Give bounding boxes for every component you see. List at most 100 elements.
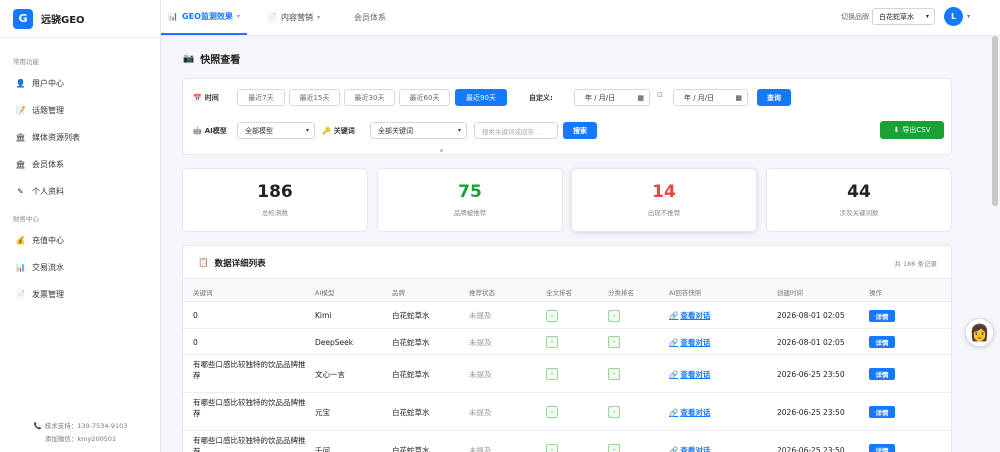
- top-navigation: 📊 GEO监测效果 ▾ 📄 内容营销 ▾ 会员体系 切换品牌 白花蛇草水 ▾ L…: [161, 0, 1000, 36]
- stat-label: 出现不推荐: [647, 209, 681, 217]
- tab-content-marketing[interactable]: 📄 内容营销 ▾: [267, 0, 320, 35]
- search-button[interactable]: 搜索: [563, 122, 597, 139]
- cell-full-rank-badge: -: [546, 309, 558, 322]
- chevron-down-icon: ▾: [925, 13, 929, 20]
- link-icon: 🔗: [669, 337, 679, 347]
- cell-created-time: 2026-08-01 02:05: [777, 337, 845, 347]
- detail-button[interactable]: 详情: [869, 444, 895, 452]
- detail-button[interactable]: 详情: [869, 406, 895, 418]
- cell-keyword: 0: [193, 337, 198, 347]
- media-icon: 🏛: [15, 133, 26, 142]
- header-snapshot: AI回答快照: [669, 289, 702, 297]
- sidebar-item-profile[interactable]: ✎ 个人资料: [0, 178, 160, 205]
- cell-full-rank-badge: -: [546, 406, 558, 418]
- sidebar-item-recharge[interactable]: 💰 充值中心: [0, 227, 160, 254]
- cell-keyword: 0: [193, 311, 198, 320]
- query-button[interactable]: 查询: [757, 89, 791, 106]
- sidebar-item-label: 话题管理: [32, 106, 64, 115]
- filter-panel: 📅 时间 最近7天 最近15天 最近30天 最近60天 最近90天 自定义: 年…: [182, 78, 952, 155]
- clipboard-icon: 📋: [198, 258, 209, 268]
- sidebar-item-label: 会员体系: [32, 160, 64, 169]
- chevron-down-icon: ▾: [305, 127, 309, 134]
- export-csv-button[interactable]: ⬇ 导出CSV: [880, 121, 944, 139]
- sidebar-item-media-resources[interactable]: 🏛 媒体资源列表: [0, 124, 160, 151]
- header-category-rank: 分类排名: [608, 289, 634, 297]
- view-conversation-link[interactable]: 🔗 查看对话: [669, 369, 710, 380]
- topic-icon: 📝: [15, 106, 26, 115]
- brand-switch-label: 切换品牌: [841, 13, 869, 21]
- search-input[interactable]: 搜索关键词或回答...: [474, 122, 558, 139]
- header-action: 操作: [869, 289, 882, 297]
- detail-button[interactable]: 详情: [869, 368, 895, 380]
- calendar-icon: ▦: [637, 93, 644, 102]
- view-conversation-link[interactable]: 🔗 查看对话: [669, 407, 710, 418]
- data-table-card: 📋 数据详细列表 共 186 条记录 关键词 AI模型 品牌 推荐状态 全文排名…: [182, 245, 952, 452]
- cell-category-rank-badge: -: [608, 406, 620, 418]
- user-icon: 👤: [15, 79, 26, 88]
- stat-card-recommended: 75 品牌被推荐: [377, 168, 563, 232]
- tab-geo-monitoring[interactable]: 📊 GEO监测效果 ▾: [161, 0, 247, 35]
- chevron-down-icon[interactable]: ▾: [967, 13, 970, 20]
- stat-value: 44: [847, 182, 871, 202]
- support-phone: 📞 技术支持：130-7534-9103: [0, 420, 161, 433]
- view-conversation-link[interactable]: 🔗 查看对话: [669, 310, 710, 321]
- ai-model-select[interactable]: 全部模型 ▾: [237, 122, 315, 139]
- cell-created-time: 2026-08-01 02:05: [777, 311, 845, 320]
- tab-membership[interactable]: 会员体系: [354, 0, 386, 35]
- chevron-down-icon: ▾: [236, 13, 240, 20]
- table-row: 有哪些口感比较独特的饮品品牌推荐 元宝 白花蛇草水 未提及 - - 🔗 查看对话 2026-06…: [183, 393, 951, 431]
- start-date-input[interactable]: 年 / 月/日 ▦: [574, 89, 650, 106]
- detail-button[interactable]: 详情: [869, 309, 895, 322]
- time-option-60d[interactable]: 最近60天: [399, 89, 450, 106]
- brand-select[interactable]: 白花蛇草水 ▾: [872, 8, 935, 25]
- header-created-time: 创建时间: [777, 289, 803, 297]
- end-date-input[interactable]: 年 / 月/日 ▦: [673, 89, 748, 106]
- cell-keyword: 有哪些口感比较独特的饮品品牌推荐: [193, 398, 306, 418]
- sidebar-item-invoices[interactable]: 📄 发票管理: [0, 281, 160, 308]
- time-option-15d[interactable]: 最近15天: [289, 89, 340, 106]
- link-icon: 🔗: [669, 407, 679, 417]
- date-separator-icon: ⊡: [657, 91, 663, 99]
- page-scrollbar[interactable]: [992, 36, 998, 206]
- keyword-select[interactable]: 全部关键词 ▾: [370, 122, 467, 139]
- table-title: 📋 数据详细列表: [198, 258, 266, 269]
- calendar-icon: ▦: [735, 93, 742, 102]
- stat-value: 75: [458, 182, 482, 202]
- cell-category-rank-badge: -: [608, 336, 620, 348]
- stat-label: 总检测数: [262, 209, 288, 217]
- table-row: 0 DeepSeek 白花蛇草水 未提及 - - 🔗 查看对话 2026-08-01 02:05…: [183, 329, 951, 355]
- sidebar-item-transactions[interactable]: 📊 交易流水: [0, 254, 160, 281]
- profile-icon: ✎: [17, 187, 24, 196]
- finance-menu: 💰 充值中心 📊 交易流水 📄 发票管理: [0, 227, 160, 308]
- transaction-icon: 📊: [15, 263, 26, 272]
- user-avatar[interactable]: L: [944, 7, 963, 26]
- cell-ai-model: Kimi: [315, 311, 332, 320]
- table-row: 有哪些口感比较独特的饮品品牌推荐 文心一言 白花蛇草水 未提及 - - 🔗 查看对话 2026-…: [183, 355, 951, 393]
- cell-ai-model: DeepSeek: [315, 337, 354, 347]
- collapse-handle[interactable]: [440, 149, 443, 152]
- cell-status: 未提及: [469, 369, 492, 379]
- link-icon: 🔗: [669, 311, 679, 320]
- time-option-90d[interactable]: 最近90天: [455, 89, 507, 106]
- stat-label: 涉及关键词数: [839, 209, 879, 217]
- sidebar-item-label: 发票管理: [32, 290, 64, 299]
- keyword-label: 🔑 关键词: [322, 127, 355, 135]
- header-full-rank: 全文排名: [546, 289, 572, 297]
- header-ai-model: AI模型: [315, 289, 335, 297]
- time-option-7d[interactable]: 最近7天: [237, 89, 285, 106]
- ai-model-label: 🤖 AI模型: [193, 127, 227, 135]
- view-conversation-link[interactable]: 🔗 查看对话: [669, 337, 710, 348]
- download-icon: ⬇: [893, 126, 900, 134]
- sidebar-item-user-center[interactable]: 👤 用户中心: [0, 70, 160, 97]
- camera-icon: 📷: [183, 53, 195, 64]
- sidebar-item-membership[interactable]: 🏛 会员体系: [0, 151, 160, 178]
- view-conversation-link[interactable]: 🔗 查看对话: [669, 445, 710, 452]
- sidebar-item-topic-management[interactable]: 📝 话题管理: [0, 97, 160, 124]
- time-option-30d[interactable]: 最近30天: [344, 89, 395, 106]
- detail-button[interactable]: 详情: [869, 336, 895, 348]
- assistant-avatar-icon[interactable]: 👩: [965, 318, 994, 347]
- support-wechat: 添加微信：kmy200501: [44, 435, 117, 443]
- sidebar-footer: 📞 技术支持：130-7534-9103 添加微信：kmy200501: [0, 420, 161, 446]
- document-icon: 📄: [267, 13, 277, 22]
- section-common-label: 常用功能: [13, 58, 39, 66]
